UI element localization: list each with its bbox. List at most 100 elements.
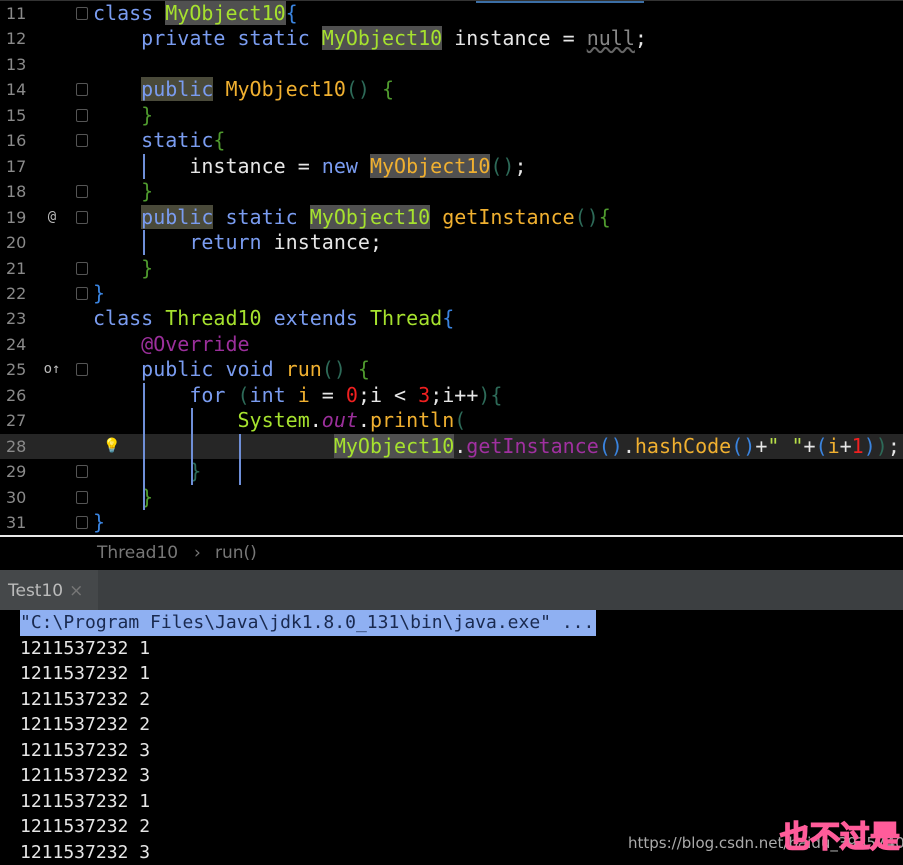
override-marker-icon[interactable]: o↑ bbox=[40, 357, 64, 383]
code-line[interactable]: 31} bbox=[0, 510, 903, 536]
code-line[interactable]: 12 private static MyObject10 instance = … bbox=[0, 26, 903, 52]
line-number: 31 bbox=[6, 510, 46, 536]
code-token: System bbox=[93, 408, 310, 432]
code-line[interactable]: 24 @Override bbox=[0, 332, 903, 358]
fold-icon[interactable] bbox=[76, 363, 88, 376]
console-line: 1211537232 2 bbox=[20, 687, 150, 713]
indent-guide bbox=[143, 154, 145, 179]
code-token: } bbox=[93, 459, 201, 483]
code-token: getInstance bbox=[442, 205, 574, 229]
code-token: ;i++ bbox=[430, 383, 478, 407]
code-token: { bbox=[599, 205, 611, 229]
code-line[interactable]: 25o↑ public void run() { bbox=[0, 357, 903, 383]
fold-icon[interactable] bbox=[76, 287, 88, 300]
code-token: MyObject10 bbox=[370, 154, 490, 178]
code-token: int bbox=[250, 383, 298, 407]
fold-icon[interactable] bbox=[76, 7, 88, 20]
fold-icon[interactable] bbox=[76, 83, 88, 96]
breadcrumb-class[interactable]: Thread10 bbox=[97, 537, 178, 570]
fold-icon[interactable] bbox=[76, 211, 88, 224]
code-line[interactable]: 28💡 MyObject10.getInstance().hashCode()+… bbox=[0, 434, 903, 460]
fold-icon[interactable] bbox=[76, 134, 88, 147]
code-token: extends bbox=[262, 306, 370, 330]
code-line[interactable]: 15 } bbox=[0, 103, 903, 129]
code-line[interactable]: 30 } bbox=[0, 485, 903, 511]
code-line[interactable]: 27 System.out.println( bbox=[0, 408, 903, 434]
code-token: { bbox=[346, 357, 370, 381]
code-line[interactable]: 26 for (int i = 0;i < 3;i++){ bbox=[0, 383, 903, 409]
code-line[interactable]: 11class MyObject10{ bbox=[0, 1, 903, 27]
code-token: class bbox=[93, 306, 165, 330]
code-token: ( bbox=[238, 383, 250, 407]
console-output[interactable]: "C:\Program Files\Java\jdk1.8.0_131\bin\… bbox=[0, 610, 903, 864]
line-number: 23 bbox=[6, 306, 46, 332]
code-token: public bbox=[141, 205, 213, 229]
indent-guide bbox=[191, 408, 193, 484]
code-token: . bbox=[358, 408, 370, 432]
code-line[interactable]: 18 } bbox=[0, 179, 903, 205]
code-line[interactable]: 19@ public static MyObject10 getInstance… bbox=[0, 205, 903, 231]
code-token: ) bbox=[876, 434, 888, 458]
code-token: () bbox=[490, 154, 514, 178]
code-token: MyObject10 bbox=[165, 1, 285, 25]
code-line[interactable]: 20 return instance; bbox=[0, 230, 903, 256]
fold-icon[interactable] bbox=[76, 185, 88, 198]
code-line[interactable]: 16 static{ bbox=[0, 128, 903, 154]
close-icon[interactable]: × bbox=[69, 581, 83, 601]
fold-icon[interactable] bbox=[76, 491, 88, 504]
line-number: 22 bbox=[6, 281, 46, 307]
line-number: 12 bbox=[6, 26, 46, 52]
code-token: out bbox=[322, 408, 358, 432]
code-token: instance; bbox=[274, 230, 382, 254]
fold-icon[interactable] bbox=[76, 465, 88, 478]
breadcrumb-separator: › bbox=[194, 537, 201, 570]
code-token: 0 bbox=[346, 383, 358, 407]
implementation-marker-icon[interactable]: @ bbox=[40, 205, 64, 231]
code-token bbox=[93, 77, 141, 101]
code-token: println bbox=[370, 408, 454, 432]
breadcrumb-method[interactable]: run() bbox=[215, 537, 257, 570]
code-token: run bbox=[286, 357, 322, 381]
console-line: 1211537232 2 bbox=[20, 814, 150, 840]
code-token: () bbox=[575, 205, 599, 229]
fold-icon[interactable] bbox=[76, 109, 88, 122]
line-number: 20 bbox=[6, 230, 46, 256]
fold-icon[interactable] bbox=[76, 516, 88, 529]
code-token: ) bbox=[864, 434, 876, 458]
indent-guide bbox=[143, 383, 145, 510]
line-number: 24 bbox=[6, 332, 46, 358]
console-line: 1211537232 1 bbox=[20, 789, 150, 815]
code-token: private static bbox=[93, 26, 322, 50]
code-line[interactable]: 17 instance = new MyObject10(); bbox=[0, 154, 903, 180]
code-editor[interactable]: 11class MyObject10{12 private static MyO… bbox=[0, 0, 903, 535]
fold-icon[interactable] bbox=[76, 262, 88, 275]
code-token: static bbox=[213, 205, 309, 229]
code-line[interactable]: 29 } bbox=[0, 459, 903, 485]
code-token: ; bbox=[635, 26, 647, 50]
code-line[interactable]: 21 } bbox=[0, 256, 903, 282]
code-line[interactable]: 13 bbox=[0, 52, 903, 78]
code-token: @Override bbox=[93, 332, 250, 356]
run-tab-bar: Test10× bbox=[0, 570, 903, 610]
line-number: 17 bbox=[6, 154, 46, 180]
line-number: 13 bbox=[6, 52, 46, 78]
code-token: class bbox=[93, 1, 165, 25]
code-token: { bbox=[213, 128, 225, 152]
code-token: } bbox=[93, 256, 153, 280]
code-token: ){ bbox=[478, 383, 502, 407]
code-token: new bbox=[322, 154, 370, 178]
code-token: i bbox=[828, 434, 840, 458]
code-token: ; bbox=[888, 434, 900, 458]
code-token: Thread10 bbox=[165, 306, 261, 330]
line-number: 28 bbox=[6, 434, 46, 460]
line-number: 29 bbox=[6, 459, 46, 485]
code-line[interactable]: 23class Thread10 extends Thread{ bbox=[0, 306, 903, 332]
code-token bbox=[430, 205, 442, 229]
tab-test10[interactable]: Test10× bbox=[0, 570, 98, 610]
code-line[interactable]: 14 public MyObject10() { bbox=[0, 77, 903, 103]
code-token: instance = bbox=[93, 154, 322, 178]
code-line[interactable]: 22} bbox=[0, 281, 903, 307]
code-token: null bbox=[587, 26, 635, 50]
line-number: 16 bbox=[6, 128, 46, 154]
code-token: " " bbox=[767, 434, 803, 458]
